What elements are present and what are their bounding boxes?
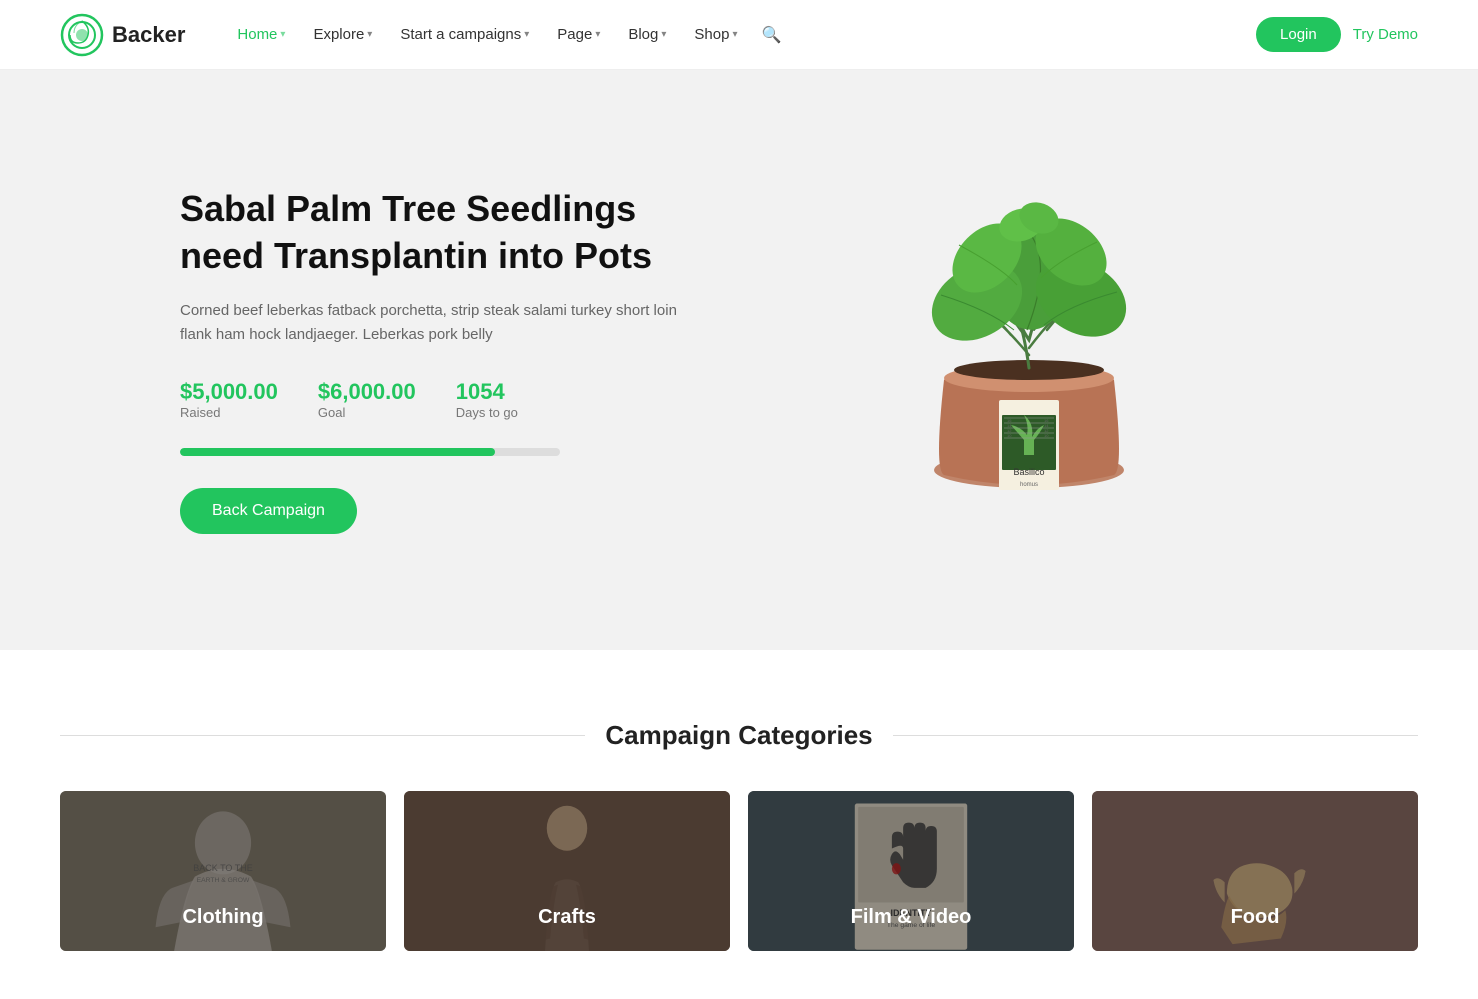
hero-description: Corned beef leberkas fatback porchetta, … [180, 299, 700, 347]
hero-stats: $5,000.00 Raised $6,000.00 Goal 1054 Day… [180, 379, 700, 420]
back-campaign-button[interactable]: Back Campaign [180, 488, 357, 534]
stat-days: 1054 Days to go [456, 379, 518, 420]
raised-label: Raised [180, 405, 278, 420]
nav-item-blog[interactable]: Blog ▾ [616, 18, 678, 51]
chevron-down-icon: ▾ [280, 29, 285, 40]
raised-value: $5,000.00 [180, 379, 278, 405]
nav-actions: Login Try Demo [1256, 17, 1418, 52]
hero-content: Sabal Palm Tree Seedlings need Transplan… [180, 186, 700, 535]
chevron-down-icon: ▾ [595, 29, 600, 40]
nav-item-page[interactable]: Page ▾ [545, 18, 612, 51]
nav-item-explore[interactable]: Explore ▾ [301, 18, 384, 51]
hero-image: Basilico homus 16 14 12 10 16 14 12 10 [700, 130, 1358, 590]
progress-bar-container [180, 448, 560, 456]
category-card-food[interactable]: Food [1092, 791, 1418, 951]
svg-text:Basilico: Basilico [1013, 467, 1044, 477]
stat-raised: $5,000.00 Raised [180, 379, 278, 420]
section-header: Campaign Categories [60, 720, 1418, 751]
svg-text:10: 10 [1007, 433, 1012, 438]
search-icon[interactable]: 🔍 [753, 17, 789, 53]
days-value: 1054 [456, 379, 518, 405]
category-label-crafts: Crafts [538, 906, 596, 929]
category-overlay-crafts: Crafts [404, 791, 730, 951]
svg-text:10: 10 [1044, 433, 1049, 438]
chevron-down-icon: ▾ [524, 29, 529, 40]
goal-value: $6,000.00 [318, 379, 416, 405]
nav-item-shop[interactable]: Shop ▾ [682, 18, 749, 51]
logo-icon [60, 13, 104, 57]
logo-text: Backer [112, 22, 185, 48]
logo-link[interactable]: Backer [60, 13, 185, 57]
category-label-film: Film & Video [851, 906, 972, 929]
category-label-food: Food [1231, 906, 1280, 929]
progress-bar-fill [180, 448, 495, 456]
chevron-down-icon: ▾ [367, 29, 372, 40]
section-line-right [893, 735, 1418, 736]
category-overlay-food: Food [1092, 791, 1418, 951]
category-card-clothing[interactable]: BACK TO THE EARTH & GROW Clothing [60, 791, 386, 951]
plant-illustration: Basilico homus 16 14 12 10 16 14 12 10 [859, 130, 1199, 590]
goal-label: Goal [318, 405, 416, 420]
chevron-down-icon: ▾ [661, 29, 666, 40]
category-overlay-clothing: Clothing [60, 791, 386, 951]
nav-item-start-campaigns[interactable]: Start a campaigns ▾ [388, 18, 541, 51]
category-card-crafts[interactable]: Crafts [404, 791, 730, 951]
category-card-film[interactable]: IDENTITY The game of life Film & Video [748, 791, 1074, 951]
days-label: Days to go [456, 405, 518, 420]
categories-section: Campaign Categories BACK TO THE EARTH & … [0, 650, 1478, 951]
svg-text:homus: homus [1020, 482, 1038, 488]
section-title: Campaign Categories [605, 720, 872, 751]
try-demo-button[interactable]: Try Demo [1353, 26, 1418, 43]
navbar: Backer Home ▾ Explore ▾ Start a campaign… [0, 0, 1478, 70]
stat-goal: $6,000.00 Goal [318, 379, 416, 420]
nav-item-home[interactable]: Home ▾ [225, 18, 297, 51]
section-line-left [60, 735, 585, 736]
category-label-clothing: Clothing [182, 906, 263, 929]
hero-section: Sabal Palm Tree Seedlings need Transplan… [0, 70, 1478, 650]
hero-title: Sabal Palm Tree Seedlings need Transplan… [180, 186, 700, 280]
category-overlay-film: Film & Video [748, 791, 1074, 951]
login-button[interactable]: Login [1256, 17, 1341, 52]
nav-links: Home ▾ Explore ▾ Start a campaigns ▾ Pag… [225, 17, 1244, 53]
categories-grid: BACK TO THE EARTH & GROW Clothing Crafts [60, 791, 1418, 951]
chevron-down-icon: ▾ [732, 29, 737, 40]
